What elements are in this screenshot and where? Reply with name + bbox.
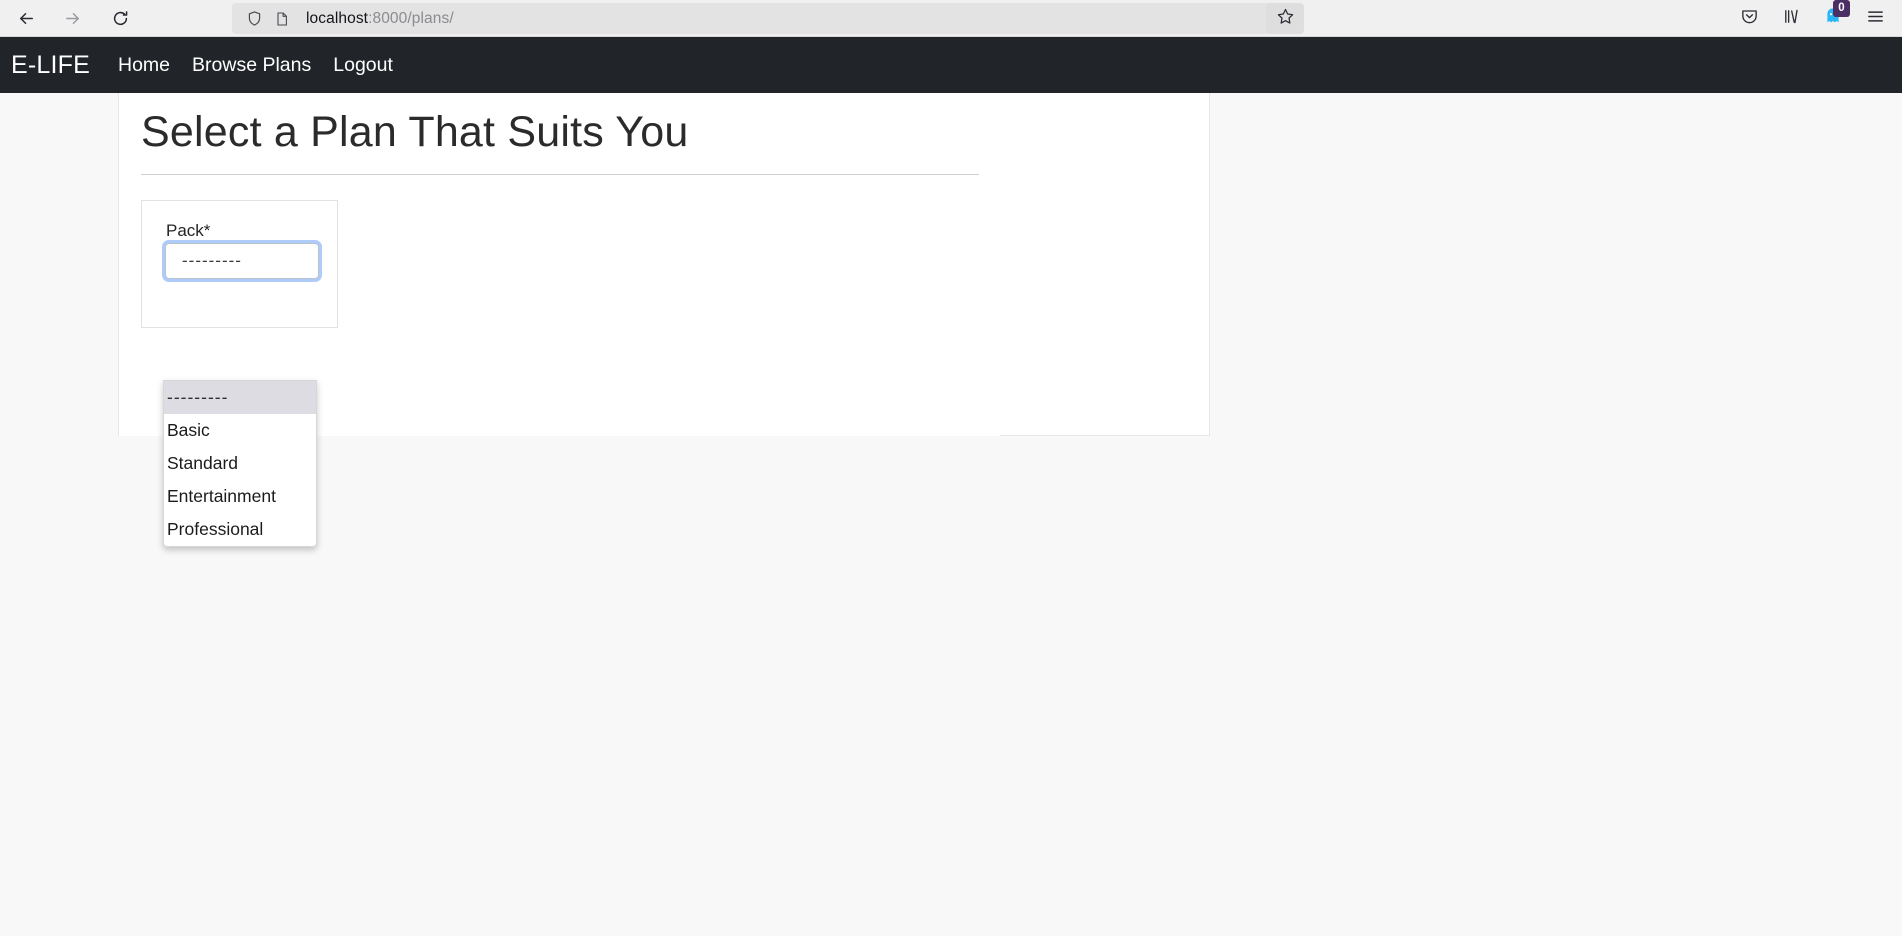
pocket-save-button[interactable] <box>1730 3 1768 35</box>
pack-option-professional[interactable]: Professional <box>164 513 316 546</box>
url-host: localhost <box>306 9 369 27</box>
extension-button[interactable]: 0 <box>1814 0 1852 35</box>
extension-badge-count: 0 <box>1833 0 1850 17</box>
site-navbar: E-LIFE Home Browse Plans Logout <box>0 37 1902 93</box>
shield-icon[interactable] <box>240 5 268 33</box>
library-icon <box>1782 7 1801 31</box>
page-body: Select a Plan That Suits You Pack* -----… <box>0 93 1902 936</box>
reload-button[interactable] <box>100 2 140 34</box>
url-bar[interactable]: localhost:8000/plans/ <box>232 3 1302 34</box>
app-menu-button[interactable] <box>1856 3 1894 35</box>
brand-logo[interactable]: E-LIFE <box>11 51 90 80</box>
hamburger-menu-icon <box>1866 7 1885 31</box>
url-text: localhost:8000/plans/ <box>306 10 454 28</box>
bookmark-star-button[interactable] <box>1266 3 1304 34</box>
forward-button[interactable] <box>52 2 92 34</box>
reload-icon <box>111 9 130 28</box>
back-button[interactable] <box>6 2 46 34</box>
plan-form-card: Pack* --------- <box>141 200 338 328</box>
pack-option-standard[interactable]: Standard <box>164 447 316 480</box>
pack-select[interactable]: --------- <box>165 243 319 279</box>
pocket-save-icon <box>1740 7 1759 31</box>
nav-link-logout[interactable]: Logout <box>333 54 393 77</box>
browser-toolbar: localhost:8000/plans/ 0 <box>0 0 1902 37</box>
title-divider <box>141 174 979 175</box>
pack-option-entertainment[interactable]: Entertainment <box>164 480 316 513</box>
library-button[interactable] <box>1772 3 1810 35</box>
star-bookmark-icon <box>1276 7 1295 31</box>
url-path: :8000/plans/ <box>368 9 454 27</box>
pack-option-placeholder[interactable]: --------- <box>164 381 316 414</box>
toolbar-right-group: 0 <box>1730 0 1894 35</box>
page-title: Select a Plan That Suits You <box>141 108 689 156</box>
page-document-icon[interactable] <box>268 5 296 33</box>
arrow-right-icon <box>63 9 82 28</box>
nav-link-browse-plans[interactable]: Browse Plans <box>192 54 311 77</box>
arrow-left-icon <box>17 9 36 28</box>
nav-link-home[interactable]: Home <box>118 54 170 77</box>
pack-field-label: Pack* <box>166 221 211 240</box>
pack-select-dropdown[interactable]: --------- Basic Standard Entertainment P… <box>163 380 317 547</box>
pack-option-basic[interactable]: Basic <box>164 414 316 447</box>
